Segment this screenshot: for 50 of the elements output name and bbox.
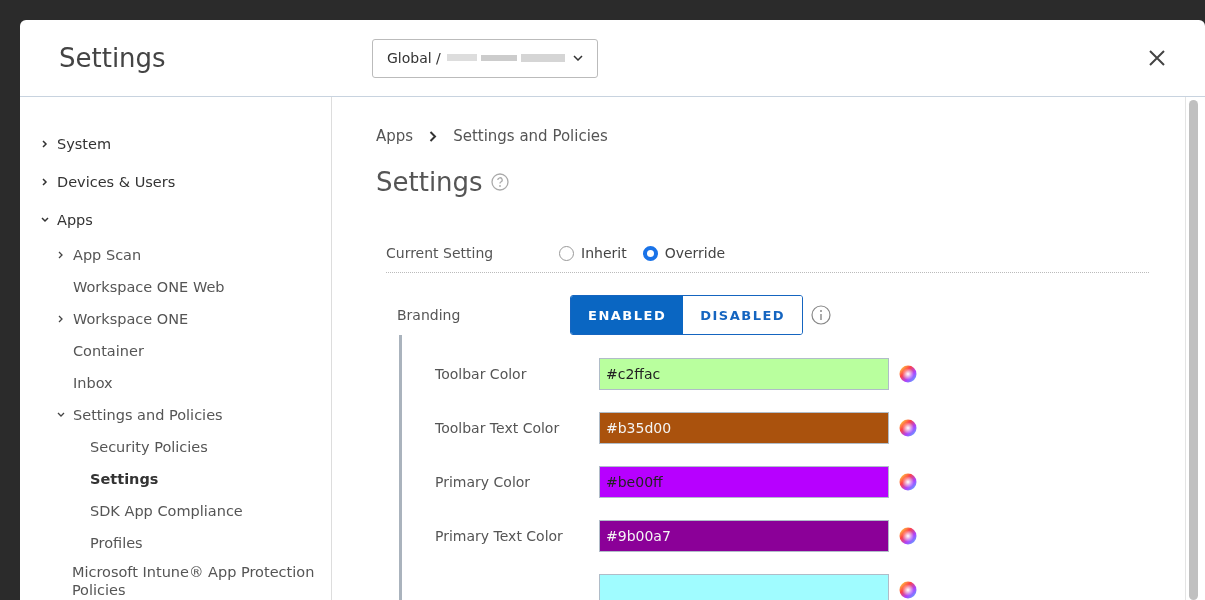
breadcrumb-link[interactable]: Apps <box>376 127 414 145</box>
chevron-down-icon <box>572 55 583 61</box>
chevron-icon <box>41 216 49 224</box>
sidebar-item[interactable]: Microsoft Intune® App Protection Policies <box>20 559 331 599</box>
sidebar-item[interactable]: Settings <box>20 463 331 495</box>
sidebar-item[interactable]: Settings and Policies <box>20 399 331 431</box>
dialog-title: Settings <box>59 43 167 73</box>
field-label: Toolbar Text Color <box>435 420 561 436</box>
field-label: Branding <box>397 307 462 323</box>
color-input[interactable]: #c2ffac <box>599 358 889 390</box>
color-wheel-icon[interactable] <box>899 581 917 599</box>
color-wheel-icon[interactable] <box>899 365 917 383</box>
breadcrumb-link[interactable]: Settings and Policies <box>453 127 608 145</box>
chevron-right-icon <box>429 130 438 142</box>
scrollbar-thumb[interactable] <box>1189 100 1198 600</box>
chevron-icon <box>41 140 49 148</box>
color-input[interactable] <box>599 574 889 600</box>
sidebar-item[interactable]: Workspace ONE Web <box>20 271 331 303</box>
field-label: Primary Text Color <box>435 528 564 544</box>
color-wheel-icon[interactable] <box>899 473 917 491</box>
color-wheel-icon[interactable] <box>899 419 917 437</box>
radio-label[interactable]: Inherit <box>581 245 627 261</box>
sidebar-item[interactable]: Devices & Users <box>20 163 331 201</box>
scope-dropdown[interactable]: Global / <box>372 38 598 78</box>
close-icon[interactable] <box>1149 50 1165 66</box>
chevron-icon <box>57 315 65 323</box>
sidebar-item[interactable]: System <box>20 125 331 163</box>
toggle-option[interactable]: ENABLED <box>571 296 684 334</box>
field-label: Toolbar Color <box>435 366 528 382</box>
color-input[interactable]: #b35d00 <box>599 412 889 444</box>
color-input[interactable]: #9b00a7 <box>599 520 889 552</box>
field-label: Current Setting <box>386 245 495 261</box>
info-icon[interactable] <box>811 305 832 325</box>
sidebar-item[interactable]: Workspace ONE <box>20 303 331 335</box>
page-heading: Settings <box>376 167 483 197</box>
sidebar-item[interactable]: Inbox <box>20 367 331 399</box>
field-label: Primary Color <box>435 474 532 490</box>
chevron-icon <box>41 178 49 186</box>
sidebar-item[interactable]: Apps <box>20 201 331 239</box>
sidebar-item[interactable]: SDK App Compliance <box>20 495 331 527</box>
radio-label[interactable]: Override <box>664 245 726 261</box>
sidebar-item[interactable]: Security Policies <box>20 431 331 463</box>
radio-button[interactable] <box>642 245 658 261</box>
help-icon[interactable] <box>490 173 509 191</box>
color-wheel-icon[interactable] <box>899 527 917 545</box>
sidebar-item[interactable]: Profiles <box>20 527 331 559</box>
sidebar-item[interactable]: App Scan <box>20 239 331 271</box>
chevron-icon <box>57 251 65 259</box>
sidebar-item[interactable]: Container <box>20 335 331 367</box>
chevron-icon <box>57 411 65 419</box>
